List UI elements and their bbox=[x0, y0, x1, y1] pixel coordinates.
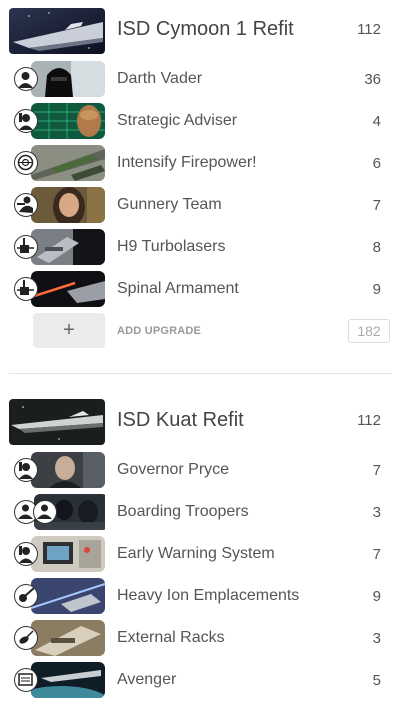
upgrade-points: 4 bbox=[372, 113, 381, 130]
upgrade-row-boarding-troopers[interactable]: Boarding Troopers 3 bbox=[0, 493, 401, 531]
ship-points: 112 bbox=[357, 412, 381, 429]
upgrade-name: Spinal Armament bbox=[117, 280, 239, 297]
ship-header-1[interactable]: ISD Cymoon 1 Refit 112 bbox=[0, 6, 401, 56]
ship-header-2[interactable]: ISD Kuat Refit 112 bbox=[0, 397, 401, 447]
upgrade-row-intensify-firepower[interactable]: Intensify Firepower! 6 bbox=[0, 144, 401, 182]
upgrade-row-heavy-ion-emplacements[interactable]: Heavy Ion Emplacements 9 bbox=[0, 577, 401, 615]
vader-portrait bbox=[31, 61, 105, 97]
upgrade-points: 7 bbox=[372, 462, 381, 479]
pryce-portrait bbox=[31, 452, 105, 488]
star-destroyer-image bbox=[9, 8, 105, 54]
upgrade-row-strategic-adviser[interactable]: Strategic Adviser 4 bbox=[0, 102, 401, 140]
upgrade-points: 3 bbox=[372, 504, 381, 521]
ion-cannon-icon bbox=[14, 584, 38, 608]
ship-divider bbox=[9, 373, 392, 374]
upgrade-row-h9-turbolasers[interactable]: H9 Turbolasers 8 bbox=[0, 228, 401, 266]
upgrade-name: Governor Pryce bbox=[117, 461, 230, 478]
upgrade-name: Strategic Adviser bbox=[117, 112, 238, 129]
upgrade-name: H9 Turbolasers bbox=[117, 238, 226, 255]
cannons-image bbox=[31, 145, 105, 181]
upgrade-points: 7 bbox=[372, 197, 381, 214]
title-icon bbox=[14, 668, 38, 692]
offensive-retrofit-icon bbox=[33, 500, 57, 524]
upgrade-points: 6 bbox=[372, 155, 381, 172]
ordnance-icon bbox=[14, 626, 38, 650]
upgrade-row-avenger[interactable]: Avenger 5 bbox=[0, 661, 401, 699]
ship-name: ISD Kuat Refit bbox=[117, 409, 244, 431]
turbolaser-icon bbox=[14, 277, 38, 301]
weapons-team-icon bbox=[14, 193, 38, 217]
turbolaser-image bbox=[31, 229, 105, 265]
avenger-image bbox=[31, 662, 105, 698]
upgrade-points: 5 bbox=[372, 672, 381, 689]
upgrade-name: Darth Vader bbox=[117, 70, 203, 87]
ship-total-points: 182 bbox=[348, 319, 390, 343]
ship-points: 112 bbox=[357, 21, 381, 38]
star-destroyer-image bbox=[9, 399, 105, 445]
ship-name: ISD Cymoon 1 Refit bbox=[117, 18, 294, 40]
officer-icon bbox=[14, 109, 38, 133]
ion-image bbox=[31, 578, 105, 614]
upgrade-row-external-racks[interactable]: External Racks 3 bbox=[0, 619, 401, 657]
gunner-portrait bbox=[31, 187, 105, 223]
upgrade-points: 8 bbox=[372, 239, 381, 256]
upgrade-points: 3 bbox=[372, 630, 381, 647]
turbolaser-icon bbox=[14, 235, 38, 259]
racks-image bbox=[31, 620, 105, 656]
upgrade-row-governor-pryce[interactable]: Governor Pryce 7 bbox=[0, 451, 401, 489]
upgrade-points: 7 bbox=[372, 546, 381, 563]
upgrade-row-early-warning-system[interactable]: Early Warning System 7 bbox=[0, 535, 401, 573]
add-upgrade-button[interactable]: + bbox=[33, 313, 105, 348]
officer-icon bbox=[14, 458, 38, 482]
officer-icon bbox=[14, 542, 38, 566]
upgrade-row-spinal-armament[interactable]: Spinal Armament 9 bbox=[0, 270, 401, 308]
upgrade-name: Intensify Firepower! bbox=[117, 154, 257, 171]
fleet-command-icon bbox=[14, 151, 38, 175]
upgrade-points: 9 bbox=[372, 588, 381, 605]
add-upgrade-label[interactable]: ADD UPGRADE bbox=[117, 325, 201, 337]
upgrade-row-darth-vader[interactable]: Darth Vader 36 bbox=[0, 60, 401, 98]
laser-beam-image bbox=[31, 271, 105, 307]
upgrade-name: Early Warning System bbox=[117, 545, 275, 562]
upgrade-name: Heavy Ion Emplacements bbox=[117, 587, 300, 604]
console-image bbox=[31, 536, 105, 572]
upgrade-name: Boarding Troopers bbox=[117, 503, 249, 520]
upgrade-points: 9 bbox=[372, 281, 381, 298]
upgrade-name: External Racks bbox=[117, 629, 225, 646]
upgrade-points: 36 bbox=[364, 71, 381, 88]
upgrade-name: Gunnery Team bbox=[117, 196, 222, 213]
upgrade-name: Avenger bbox=[117, 671, 177, 688]
commander-icon bbox=[14, 67, 38, 91]
upgrade-row-gunnery-team[interactable]: Gunnery Team 7 bbox=[0, 186, 401, 224]
adviser-portrait bbox=[31, 103, 105, 139]
